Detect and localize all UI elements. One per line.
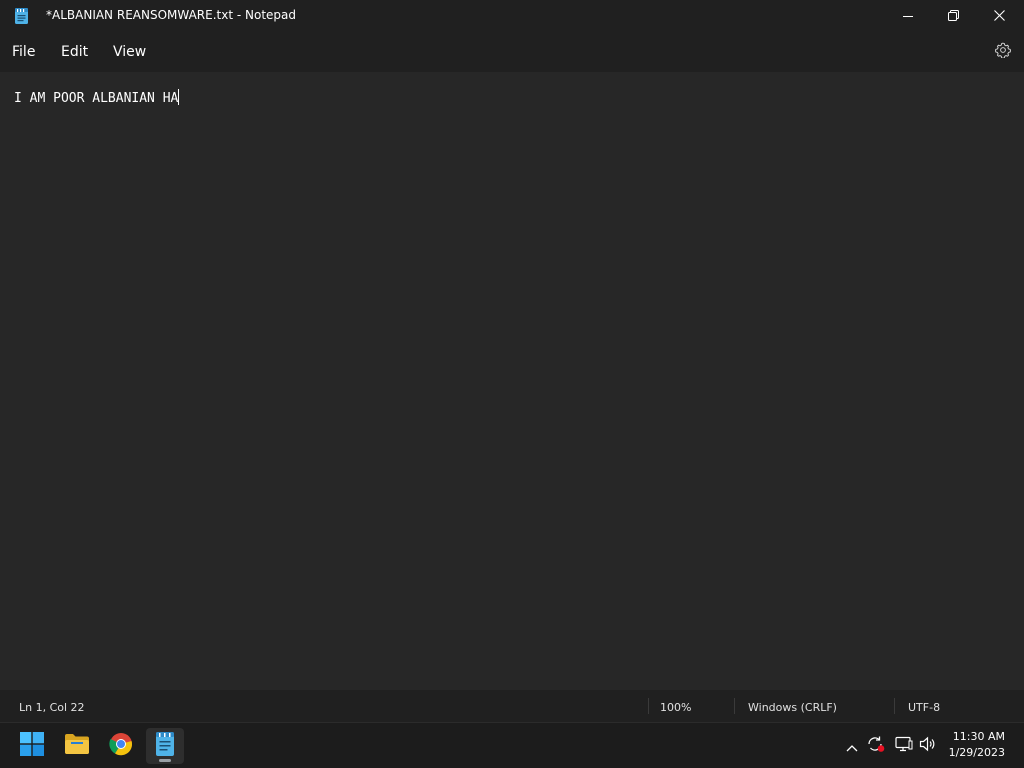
- windows-logo-icon: [20, 732, 44, 760]
- text-editor[interactable]: I AM POOR ALBANIAN HA: [0, 72, 1024, 690]
- network-icon: [895, 736, 913, 756]
- tray-volume-button[interactable]: [917, 735, 939, 757]
- restore-icon: [947, 10, 959, 21]
- tray-sync-button[interactable]: [865, 735, 887, 757]
- volume-icon: [919, 736, 937, 756]
- sync-icon: [866, 735, 886, 757]
- notepad-icon: [155, 732, 175, 760]
- start-button[interactable]: [13, 728, 51, 764]
- status-position: Ln 1, Col 22: [19, 701, 85, 714]
- menu-file[interactable]: File: [12, 44, 35, 60]
- status-divider: [734, 698, 735, 714]
- text-caret: [178, 89, 180, 105]
- notepad-icon: [14, 8, 29, 24]
- close-icon: [993, 10, 1005, 21]
- taskbar-chrome[interactable]: [102, 728, 140, 764]
- menu-bar: File Edit View: [0, 31, 1024, 72]
- status-divider: [894, 698, 895, 714]
- tray-overflow-button[interactable]: [841, 735, 863, 757]
- chevron-up-icon: [846, 737, 858, 756]
- menu-edit[interactable]: Edit: [61, 44, 88, 60]
- status-bar: Ln 1, Col 22 100% Windows (CRLF) UTF-8: [0, 690, 1024, 722]
- close-button[interactable]: [976, 0, 1022, 31]
- taskbar: 11:30 AM 1/29/2023: [0, 722, 1024, 768]
- window-title: *ALBANIAN REANSOMWARE.txt - Notepad: [46, 8, 296, 22]
- settings-button[interactable]: [988, 37, 1018, 67]
- taskbar-notepad[interactable]: [146, 728, 184, 764]
- tray-network-button[interactable]: [893, 735, 915, 757]
- taskbar-file-explorer[interactable]: [58, 728, 96, 764]
- folder-icon: [64, 733, 90, 759]
- status-zoom: 100%: [660, 701, 692, 714]
- editor-content[interactable]: I AM POOR ALBANIAN HA: [14, 89, 180, 106]
- clock-time: 11:30 AM: [952, 730, 1005, 743]
- notepad-window: *ALBANIAN REANSOMWARE.txt - Notepad File…: [0, 0, 1024, 722]
- editor-text: I AM POOR ALBANIAN HA: [14, 91, 179, 106]
- chrome-icon: [109, 732, 133, 760]
- title-bar[interactable]: *ALBANIAN REANSOMWARE.txt - Notepad: [0, 0, 1024, 31]
- active-indicator: [159, 759, 171, 762]
- taskbar-clock[interactable]: 11:30 AM 1/29/2023: [949, 729, 1005, 761]
- gear-icon: [994, 42, 1012, 62]
- restore-button[interactable]: [930, 0, 976, 31]
- minimize-icon: [903, 11, 913, 21]
- status-divider: [648, 698, 649, 714]
- status-encoding: UTF-8: [908, 701, 941, 714]
- clock-date: 1/29/2023: [948, 746, 1005, 759]
- status-line-ending: Windows (CRLF): [748, 701, 837, 714]
- minimize-button[interactable]: [885, 0, 931, 31]
- menu-view[interactable]: View: [113, 44, 146, 60]
